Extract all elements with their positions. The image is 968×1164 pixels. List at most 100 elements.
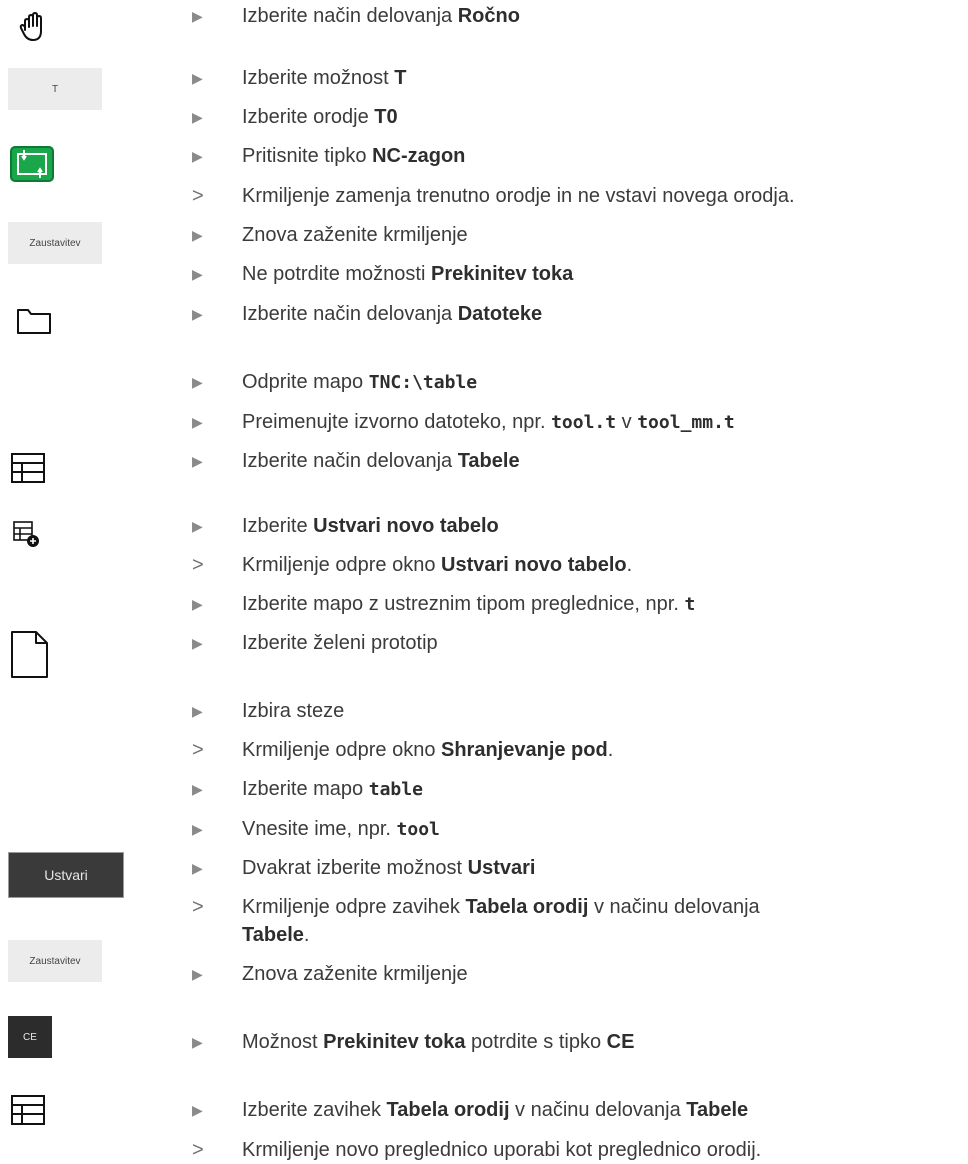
step-text-part: Tabele: [457, 450, 520, 472]
ce-button-label: CE: [23, 1031, 37, 1043]
step-text-part: NC-zagon: [372, 145, 466, 167]
step-text: Izberite način delovanja Datoteke: [242, 300, 962, 328]
step-text: Krmiljenje odpre zavihek Tabela orodij v…: [242, 893, 962, 949]
step-text-part: Odprite mapo: [242, 371, 369, 393]
step-text-part: Izberite mapo z ustreznim tipom pregledn…: [242, 593, 685, 615]
step-text-part: v načinu delovanja: [509, 1099, 687, 1121]
step-text-part: tool_mm.t: [637, 412, 735, 433]
step-text-part: Izberite mapo: [242, 778, 369, 800]
step-bullet-icon: ▶: [192, 966, 203, 982]
step-bullet-icon: ▶: [192, 635, 203, 651]
folder-icon[interactable]: [16, 306, 52, 336]
step-text: Izberite želeni prototip: [242, 629, 962, 657]
step-bullet-icon: ▶: [192, 227, 203, 243]
step-bullet-icon: ▶: [192, 148, 203, 164]
hand-icon[interactable]: [18, 10, 48, 44]
step-text-part: Krmiljenje novo preglednico uporabi kot …: [242, 1139, 762, 1161]
step-text: Izberite mapo table: [242, 775, 962, 804]
step-bullet-icon: ▶: [192, 453, 203, 469]
step-text: Izberite možnost T: [242, 64, 962, 92]
step-text-part: Tabela orodij: [465, 896, 589, 918]
ustvari-button-label: Ustvari: [44, 867, 88, 883]
step-text-part: .: [626, 554, 633, 576]
step-bullet-icon: ▶: [192, 8, 203, 24]
result-arrow-icon: >: [192, 896, 204, 918]
file-icon[interactable]: [10, 630, 50, 680]
step-text-part: Izberite zavihek: [242, 1099, 387, 1121]
step-text: Vnesite ime, npr. tool: [242, 815, 962, 844]
result-arrow-icon: >: [192, 554, 204, 576]
step-text-part: .: [303, 924, 310, 946]
result-arrow-icon: >: [192, 739, 204, 761]
step-text-part: Krmiljenje odpre zavihek: [242, 896, 466, 918]
t-button-label: T: [51, 83, 59, 95]
step-text-part: v: [616, 411, 638, 433]
table-add-icon[interactable]: [12, 520, 40, 548]
step-bullet-icon: ▶: [192, 1102, 203, 1118]
step-text-part: Izberite želeni prototip: [242, 632, 438, 654]
step-text: Izberite orodje T0: [242, 103, 962, 131]
step-text-part: Tabela orodij: [386, 1099, 510, 1121]
step-text-part: Izberite način delovanja: [242, 5, 458, 27]
step-text-part: Pritisnite tipko: [242, 145, 373, 167]
ce-button[interactable]: CE: [8, 1016, 52, 1058]
zaustavitev-button-2[interactable]: Zaustavitev: [8, 940, 102, 982]
step-text-part: .: [607, 739, 614, 761]
step-text-part: Dvakrat izberite možnost: [242, 857, 468, 879]
step-bullet-icon: ▶: [192, 70, 203, 86]
step-text-part: potrdite s tipko: [465, 1031, 607, 1053]
step-text: Izbira steze: [242, 697, 962, 725]
step-text-part: Izberite: [242, 515, 314, 537]
step-text-part: Ustvari novo tabelo: [441, 554, 627, 576]
step-text: Izberite Ustvari novo tabelo: [242, 512, 962, 540]
step-bullet-icon: ▶: [192, 821, 203, 837]
step-text: Krmiljenje odpre okno Shranjevanje pod.: [242, 736, 962, 764]
step-text-part: Tabele: [242, 924, 304, 946]
step-text: Izberite zavihek Tabela orodij v načinu …: [242, 1096, 962, 1124]
step-text: Znova zaženite krmiljenje: [242, 221, 962, 249]
table-icon[interactable]: [10, 452, 46, 484]
step-text-part: table: [368, 779, 423, 800]
step-text-part: T: [394, 67, 407, 89]
zaustavitev-button[interactable]: Zaustavitev: [8, 222, 102, 264]
step-text-part: Prekinitev toka: [430, 263, 574, 285]
t-button[interactable]: T: [8, 68, 102, 110]
result-arrow-icon: >: [192, 185, 204, 207]
step-bullet-icon: ▶: [192, 596, 203, 612]
step-bullet-icon: ▶: [192, 860, 203, 876]
step-text-part: Možnost: [242, 1031, 324, 1053]
step-text-part: Krmiljenje odpre okno: [242, 554, 441, 576]
table-icon-2[interactable]: [10, 1094, 46, 1126]
nc-start-icon[interactable]: [10, 146, 54, 182]
step-bullet-icon: ▶: [192, 109, 203, 125]
step-text: Odprite mapo TNC:\table: [242, 368, 962, 397]
step-text: Pritisnite tipko NC-zagon: [242, 142, 962, 170]
step-text-part: Znova zaženite krmiljenje: [242, 963, 468, 985]
step-text-part: Izberite orodje: [242, 106, 375, 128]
step-text: Znova zaženite krmiljenje: [242, 960, 962, 988]
step-text: Preimenujte izvorno datoteko, npr. tool.…: [242, 408, 962, 437]
step-text-part: Izberite možnost: [242, 67, 395, 89]
step-bullet-icon: ▶: [192, 266, 203, 282]
step-text-part: Ustvari novo tabelo: [313, 515, 499, 537]
step-text-part: T0: [374, 106, 398, 128]
step-bullet-icon: ▶: [192, 374, 203, 390]
step-text: Ne potrdite možnosti Prekinitev toka: [242, 260, 962, 288]
step-text: Dvakrat izberite možnost Ustvari: [242, 854, 962, 882]
step-text: Izberite mapo z ustreznim tipom pregledn…: [242, 590, 962, 619]
step-text-part: Ne potrdite možnosti: [242, 263, 431, 285]
step-text-part: Krmiljenje odpre okno: [242, 739, 441, 761]
step-text-part: CE: [606, 1031, 635, 1053]
step-text-part: TNC:\table: [368, 372, 478, 393]
step-text: Izberite način delovanja Ročno: [242, 2, 962, 30]
step-text-part: Krmiljenje zamenja trenutno orodje in ne…: [242, 185, 795, 207]
zaustavitev-button-label: Zaustavitev: [29, 237, 81, 249]
step-text-part: Znova zaženite krmiljenje: [242, 224, 468, 246]
ustvari-button[interactable]: Ustvari: [8, 852, 124, 898]
step-text-part: Prekinitev toka: [323, 1031, 466, 1053]
step-text: Izberite način delovanja Tabele: [242, 447, 962, 475]
step-bullet-icon: ▶: [192, 1034, 203, 1050]
step-text-part: Izberite način delovanja: [242, 303, 458, 325]
step-text-part: Datoteke: [457, 303, 543, 325]
zaustavitev-button-2-label: Zaustavitev: [29, 955, 81, 967]
